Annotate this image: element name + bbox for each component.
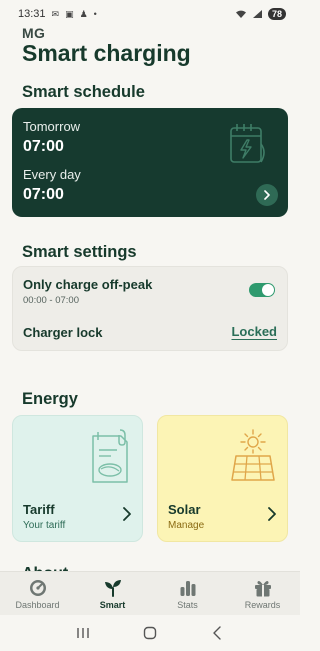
solar-card[interactable]: Solar Manage — [157, 415, 288, 542]
nav-label: Smart — [99, 599, 126, 610]
energy-section-title: Energy — [22, 390, 78, 408]
status-right: 78 — [235, 8, 286, 20]
person-icon: ♟ — [79, 8, 88, 19]
wifi-icon — [235, 10, 246, 18]
off-peak-toggle[interactable] — [249, 283, 275, 297]
solar-subtitle: Manage — [168, 520, 205, 531]
recent-apps-button[interactable] — [75, 625, 91, 641]
tariff-subtitle: Your tariff — [23, 520, 66, 531]
battery-indicator: 78 — [267, 8, 286, 20]
solar-panel-icon — [231, 429, 275, 481]
page-title: Smart charging — [22, 40, 191, 66]
nav-label: Dashboard — [15, 599, 60, 610]
charger-lock-label: Charger lock — [23, 325, 103, 340]
schedule-row-time: 07:00 — [23, 138, 64, 155]
speedometer-icon — [29, 579, 46, 596]
status-bar: 13:31 ✉ ▣ ♟ • 78 — [0, 0, 300, 28]
tariff-card[interactable]: Tariff Your tariff — [12, 415, 143, 542]
settings-section-title: Smart settings — [22, 243, 137, 261]
system-nav-bar — [0, 615, 300, 651]
signal-icon — [252, 10, 262, 18]
charger-lock-link[interactable]: Locked — [231, 324, 277, 339]
chevron-right-icon — [264, 190, 270, 200]
nav-dashboard[interactable]: Dashboard — [0, 572, 75, 615]
schedule-section-title: Smart schedule — [22, 83, 145, 101]
brand-label: MG — [22, 25, 46, 41]
nav-rewards[interactable]: Rewards — [225, 572, 300, 615]
off-peak-hours: 00:00 - 07:00 — [23, 295, 79, 306]
chevron-right-icon — [268, 507, 276, 521]
tariff-title: Tariff — [23, 502, 55, 517]
off-peak-label: Only charge off-peak — [23, 277, 153, 292]
status-left: 13:31 ✉ ▣ ♟ • — [18, 8, 97, 20]
gift-icon — [254, 580, 271, 596]
nav-smart[interactable]: Smart — [75, 572, 150, 615]
bottom-nav: Dashboard Smart Stats Rewards — [0, 571, 300, 615]
schedule-card[interactable]: Tomorrow 07:00 Every day 07:00 — [12, 108, 288, 217]
sprout-icon — [104, 579, 121, 597]
chevron-right-icon — [123, 507, 131, 521]
recent-apps-icon — [77, 628, 90, 638]
nav-label: Stats — [177, 599, 198, 610]
schedule-row-label: Tomorrow — [23, 119, 81, 134]
back-icon — [212, 626, 221, 640]
settings-card: Only charge off-peak 00:00 - 07:00 Charg… — [12, 266, 288, 351]
tariff-document-icon — [92, 429, 128, 483]
schedule-row-time: 07:00 — [23, 186, 64, 203]
nfc-icon: ▣ — [65, 8, 74, 19]
nav-label: Rewards — [244, 599, 281, 610]
nav-stats[interactable]: Stats — [150, 572, 225, 615]
home-button[interactable] — [142, 625, 158, 641]
mail-icon: ✉ — [51, 8, 60, 19]
back-button[interactable] — [209, 625, 225, 641]
calendar-charge-icon — [230, 124, 265, 163]
toggle-knob — [262, 284, 274, 296]
schedule-open-button[interactable] — [256, 184, 278, 206]
home-icon — [143, 626, 157, 640]
status-time: 13:31 — [18, 8, 46, 20]
dot-icon: • — [93, 8, 97, 19]
schedule-row-label: Every day — [23, 167, 81, 182]
solar-title: Solar — [168, 502, 201, 517]
bar-chart-icon — [180, 580, 195, 596]
